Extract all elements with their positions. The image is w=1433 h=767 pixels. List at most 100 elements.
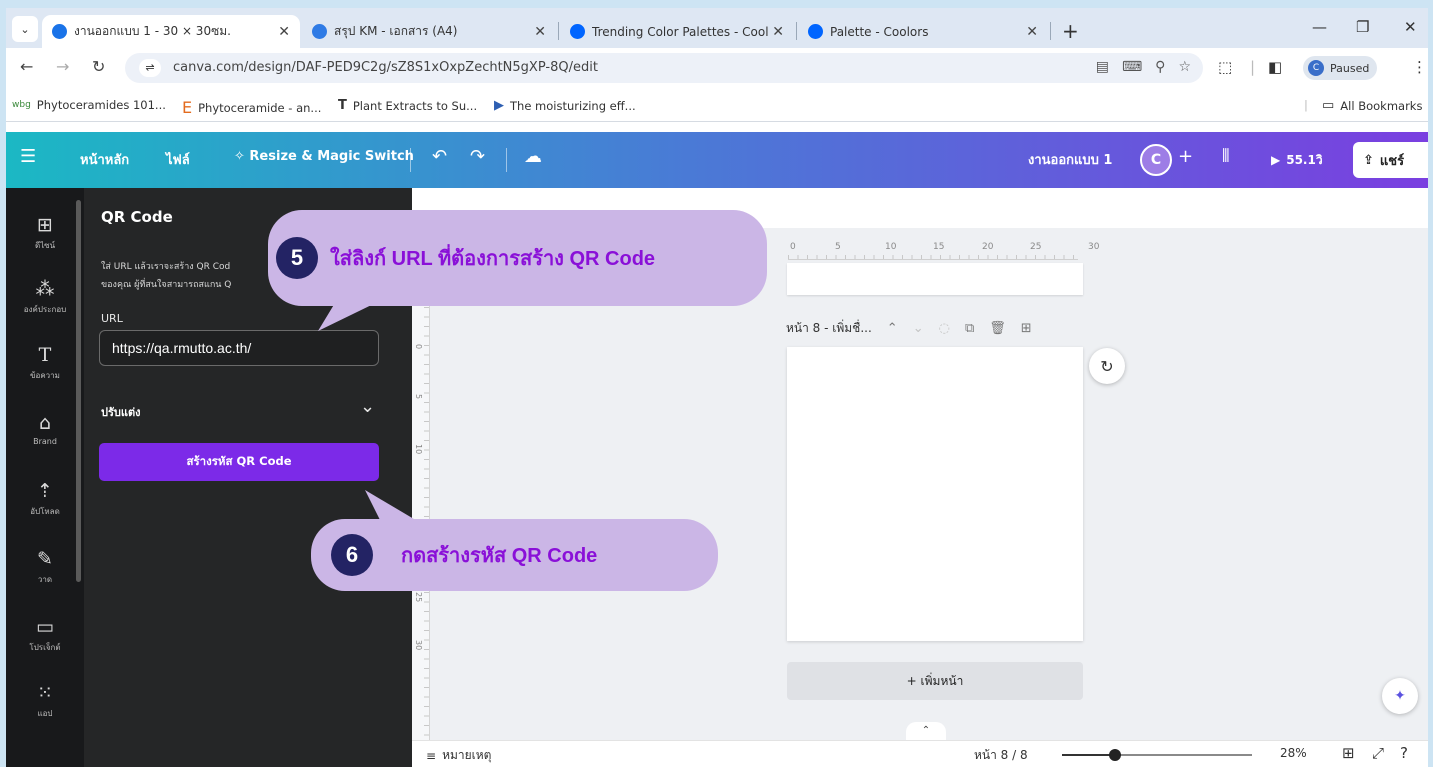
elements-icon: ⁂ [35, 278, 55, 300]
rail-item-text[interactable]: T ข้อความ [6, 344, 84, 382]
tab-separator [1050, 22, 1051, 40]
tab-separator [558, 22, 559, 40]
add-page-button[interactable]: + เพิ่มหน้า [787, 662, 1083, 700]
expand-pages-icon[interactable]: ⌃ [906, 722, 946, 740]
design-page[interactable] [787, 347, 1083, 641]
canva-favicon-icon [52, 24, 67, 39]
omnibox[interactable]: ⇌ canva.com/design/DAF-PED9C2g/sZ8S1xOxp… [125, 53, 1203, 83]
share-button[interactable]: ⇪ แชร์ [1353, 142, 1428, 178]
tab-coolors-trending[interactable]: Trending Color Palettes - Coolo ✕ [560, 15, 794, 48]
tab-coolors-palette[interactable]: Palette - Coolors ✕ [798, 15, 1048, 48]
panel-description: ใส่ URL แล้วเราจะสร้าง QR Cod ของคุณ ผู้… [101, 262, 232, 290]
previous-page-thumbnail[interactable] [787, 263, 1083, 295]
chevron-up-icon[interactable]: ⌃ [887, 321, 898, 336]
clipboard-icon[interactable]: ▤ [1096, 59, 1109, 75]
bookmark-item[interactable]: wbg Phytoceramides 101... [12, 98, 166, 112]
grid-view-icon[interactable]: ⊞ [1342, 744, 1355, 762]
bookmark-item[interactable]: E Phytoceramide - an... [182, 98, 321, 117]
coolors-favicon-icon [808, 24, 823, 39]
bookmark-favicon-icon: wbg [12, 100, 31, 110]
tab-canva-design[interactable]: งานออกแบบ 1 - 30 × 30ซม. ✕ [42, 15, 300, 48]
draw-icon: ✎ [37, 548, 53, 570]
help-icon[interactable]: ? [1400, 744, 1408, 762]
tab-search-chevron-icon[interactable]: ⌄ [12, 16, 38, 42]
chevron-down-icon[interactable]: ⌄ [360, 396, 375, 417]
zoom-slider-fill [1062, 754, 1116, 756]
tab-km-doc[interactable]: สรุป KM - เอกสาร (A4) ✕ [302, 15, 556, 48]
close-window-icon[interactable]: ✕ [1404, 18, 1417, 36]
magic-assistant-icon[interactable]: ✦ [1382, 678, 1418, 714]
apps-icon: ⁙ [37, 682, 53, 704]
rail-item-uploads[interactable]: ⇡ อัปโหลด [6, 480, 84, 518]
chevron-down-icon[interactable]: ⌄ [913, 321, 924, 336]
close-tab-icon[interactable]: ✕ [534, 24, 546, 40]
back-arrow-icon[interactable]: ← [20, 57, 33, 76]
refresh-comment-icon[interactable]: ↻ [1089, 348, 1125, 384]
profile-button[interactable]: C Paused [1303, 56, 1377, 80]
close-tab-icon[interactable]: ✕ [772, 24, 784, 40]
callout-text: ใส่ลิงก์ URL ที่ต้องการสร้าง QR Code [330, 248, 656, 270]
present-button[interactable]: ▶ 55.1วิ [1271, 143, 1323, 177]
close-tab-icon[interactable]: ✕ [1026, 24, 1038, 40]
page-title[interactable]: หน้า 8 - เพิ่มชื่... [786, 319, 872, 338]
site-info-icon[interactable]: ⇌ [139, 59, 161, 77]
close-tab-icon[interactable]: ✕ [278, 24, 290, 40]
rail-item-projects[interactable]: ▭ โปรเจ็กต์ [6, 616, 84, 654]
nav-home[interactable]: หน้าหลัก [80, 149, 129, 170]
zoom-slider-handle[interactable] [1109, 749, 1122, 761]
callout-text: กดสร้างรหัส QR Code [401, 545, 598, 567]
profile-avatar: C [1308, 60, 1324, 76]
rail-item-design[interactable]: ⊞ ดีไซน์ [6, 214, 84, 252]
canva-left-rail: ⊞ ดีไซน์ ⁂ องค์ประกอบ T ข้อความ ⌂ Brand ⇡ อัป… [6, 188, 84, 767]
hamburger-menu-icon[interactable]: ☰ [20, 146, 36, 167]
zoom-icon[interactable]: ⚲ [1155, 59, 1165, 75]
reload-icon[interactable]: ↻ [92, 57, 105, 76]
extensions-puzzle-icon[interactable]: ⬚ [1218, 58, 1232, 76]
notes-button[interactable]: ≡ หมายเหตุ [426, 746, 491, 765]
redo-icon[interactable]: ↷ [470, 146, 485, 167]
text-icon: T [38, 344, 52, 366]
all-bookmarks-folder[interactable]: ▭ All Bookmarks [1322, 98, 1422, 113]
minimize-icon[interactable]: — [1312, 18, 1327, 36]
bookmark-item[interactable]: ▶ The moisturizing eff... [494, 98, 636, 113]
customize-section-label[interactable]: ปรับแต่ง [101, 403, 140, 421]
rail-scrollbar[interactable] [76, 200, 81, 582]
insights-chart-icon[interactable]: ⫴ [1222, 146, 1230, 167]
duplicate-page-icon[interactable]: ⧉ [965, 321, 974, 336]
restore-icon[interactable]: ❐ [1356, 18, 1369, 36]
fullscreen-icon[interactable]: ⤢ [1372, 744, 1384, 762]
generate-qr-code-button[interactable]: สร้างรหัส QR Code [99, 443, 379, 481]
zoom-percentage[interactable]: 28% [1280, 746, 1307, 760]
page-counter[interactable]: หน้า 8 / 8 [974, 746, 1028, 765]
cloud-saved-icon[interactable]: ☁ [524, 146, 542, 167]
undo-icon[interactable]: ↶ [432, 146, 447, 167]
bookmarks-divider: | [1304, 98, 1308, 112]
side-panel-icon[interactable]: ◧ [1268, 58, 1282, 76]
forward-arrow-icon[interactable]: → [56, 57, 69, 76]
translate-icon[interactable]: ⌨ [1122, 59, 1142, 75]
kebab-menu-icon[interactable]: ⋮ [1412, 58, 1427, 76]
add-collaborator-icon[interactable]: + [1178, 146, 1193, 167]
step-number-badge: 6 [331, 534, 373, 576]
rail-item-brand[interactable]: ⌂ Brand [6, 412, 84, 446]
rail-item-elements[interactable]: ⁂ องค์ประกอบ [6, 278, 84, 316]
url-text[interactable]: canva.com/design/DAF-PED9C2g/sZ8S1xOxpZe… [173, 60, 598, 75]
rail-item-draw[interactable]: ✎ วาด [6, 548, 84, 586]
nav-resize-magic-switch[interactable]: ✧ Resize & Magic Switch [234, 149, 414, 164]
hide-page-icon[interactable]: ◌ [939, 321, 950, 336]
new-tab-plus-icon[interactable]: + [1062, 19, 1079, 43]
user-avatar[interactable]: C [1140, 144, 1172, 176]
zoom-slider[interactable] [1062, 749, 1252, 761]
design-title[interactable]: งานออกแบบ 1 [1028, 149, 1112, 170]
notes-icon: ≡ [426, 748, 437, 763]
canva-favicon-icon [312, 24, 327, 39]
nav-file[interactable]: ไฟล์ [166, 149, 190, 170]
brand-icon: ⌂ [38, 412, 52, 434]
header-divider [410, 148, 411, 172]
rail-item-apps[interactable]: ⁙ แอป [6, 682, 84, 720]
bookmark-favicon-icon: ▶ [494, 98, 504, 113]
bookmark-star-icon[interactable]: ☆ [1178, 59, 1191, 75]
delete-page-icon[interactable]: 🗑 [989, 321, 1006, 336]
bookmark-item[interactable]: T Plant Extracts to Su... [338, 98, 477, 113]
add-page-icon[interactable]: ⊞ [1021, 321, 1032, 336]
